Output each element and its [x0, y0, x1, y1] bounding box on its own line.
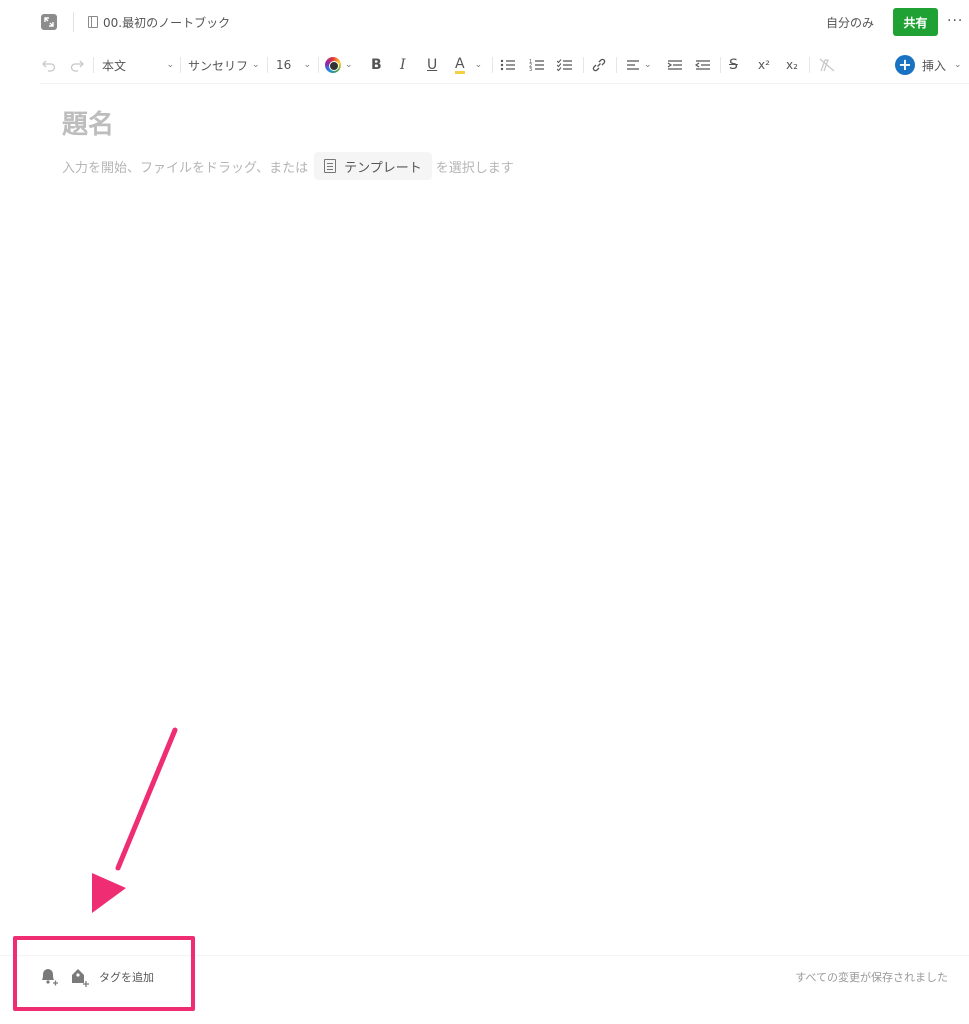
- paragraph-style-value: 本文: [102, 58, 127, 73]
- divider: [73, 12, 74, 32]
- bold-button[interactable]: B: [371, 50, 382, 80]
- font-family-dropdown[interactable]: サンセリフ ⌄: [188, 50, 260, 80]
- subscript-button[interactable]: x₂: [786, 50, 798, 80]
- indent-icon: [667, 60, 682, 70]
- formatting-toolbar: 本文 ⌄ サンセリフ ⌄ 16 ⌄ ⌄ B I U A ⌄ 123 ⌄ S x²…: [0, 50, 969, 80]
- redo-icon[interactable]: [70, 50, 84, 80]
- divider: [720, 57, 721, 73]
- template-icon: [324, 159, 337, 173]
- checklist-button[interactable]: [557, 50, 573, 80]
- insert-button[interactable]: + 挿入 ⌄: [895, 50, 962, 80]
- highlight-button[interactable]: A ⌄: [455, 50, 482, 80]
- bullet-list-icon: [500, 59, 515, 71]
- strikethrough-button[interactable]: S: [729, 50, 738, 80]
- font-size-dropdown[interactable]: 16 ⌄: [276, 50, 311, 80]
- align-left-icon: [627, 60, 639, 70]
- divider: [616, 57, 617, 73]
- italic-button[interactable]: I: [400, 50, 406, 80]
- chevron-down-icon: ⌄: [644, 60, 652, 70]
- chevron-down-icon: ⌄: [954, 60, 962, 70]
- divider: [583, 57, 584, 73]
- visibility-selector[interactable]: 自分のみ: [826, 14, 874, 31]
- strikethrough-icon: S: [729, 57, 738, 73]
- bullet-list-button[interactable]: [500, 50, 516, 80]
- link-icon: [592, 58, 606, 72]
- numbered-list-button[interactable]: 123: [529, 50, 545, 80]
- highlight-icon: A: [455, 55, 465, 74]
- link-button[interactable]: [591, 50, 607, 80]
- align-dropdown[interactable]: ⌄: [626, 50, 652, 80]
- title-input[interactable]: 題名: [62, 104, 114, 141]
- divider: [267, 57, 268, 73]
- plus-icon: +: [895, 55, 915, 75]
- text-color-picker[interactable]: ⌄: [325, 50, 353, 80]
- superscript-button[interactable]: x²: [758, 50, 770, 80]
- underline-button[interactable]: U: [427, 50, 437, 80]
- notebook-icon: [88, 16, 98, 28]
- indent-button[interactable]: [667, 50, 683, 80]
- annotation-highlight-box: [13, 936, 195, 1011]
- chevron-down-icon: ⌄: [345, 60, 353, 70]
- divider: [180, 57, 181, 73]
- template-label: テンプレート: [344, 160, 422, 176]
- save-status: すべての変更が保存されました: [795, 971, 948, 984]
- toolbar-divider: [40, 83, 969, 84]
- template-button[interactable]: テンプレート: [314, 152, 432, 180]
- clear-formatting-icon: [819, 58, 835, 72]
- numbered-list-icon: 123: [529, 59, 544, 72]
- chevron-down-icon: ⌄: [303, 60, 311, 70]
- font-size-value: 16: [276, 58, 292, 72]
- body-placeholder[interactable]: 入力を開始、ファイルをドラッグ、または テンプレート を選択します: [62, 152, 514, 180]
- divider: [809, 57, 810, 73]
- chevron-down-icon: ⌄: [252, 60, 260, 70]
- hint-text-after: を選択します: [435, 160, 514, 176]
- undo-icon[interactable]: [42, 50, 56, 80]
- clear-formatting-button[interactable]: [819, 50, 835, 80]
- divider: [318, 57, 319, 73]
- checklist-icon: [557, 59, 572, 72]
- hint-text-before: 入力を開始、ファイルをドラッグ、または: [62, 160, 309, 176]
- divider: [93, 57, 94, 73]
- font-family-value: サンセリフ: [188, 58, 249, 73]
- share-button[interactable]: 共有: [893, 8, 938, 36]
- notebook-selector[interactable]: 00.最初のノートブック: [88, 13, 230, 31]
- color-wheel-icon: [325, 57, 341, 73]
- outdent-icon: [695, 60, 710, 70]
- divider: [492, 57, 493, 73]
- outdent-button[interactable]: [695, 50, 711, 80]
- insert-label: 挿入: [922, 58, 947, 73]
- top-bar: 00.最初のノートブック 自分のみ 共有 ···: [0, 0, 969, 44]
- chevron-down-icon: ⌄: [166, 60, 174, 70]
- expand-icon[interactable]: [41, 14, 57, 30]
- paragraph-style-dropdown[interactable]: 本文 ⌄: [102, 50, 174, 80]
- chevron-down-icon: ⌄: [474, 60, 483, 70]
- notebook-name: 00.最初のノートブック: [103, 15, 231, 30]
- svg-text:3: 3: [529, 67, 532, 72]
- more-options-icon[interactable]: ···: [947, 12, 965, 32]
